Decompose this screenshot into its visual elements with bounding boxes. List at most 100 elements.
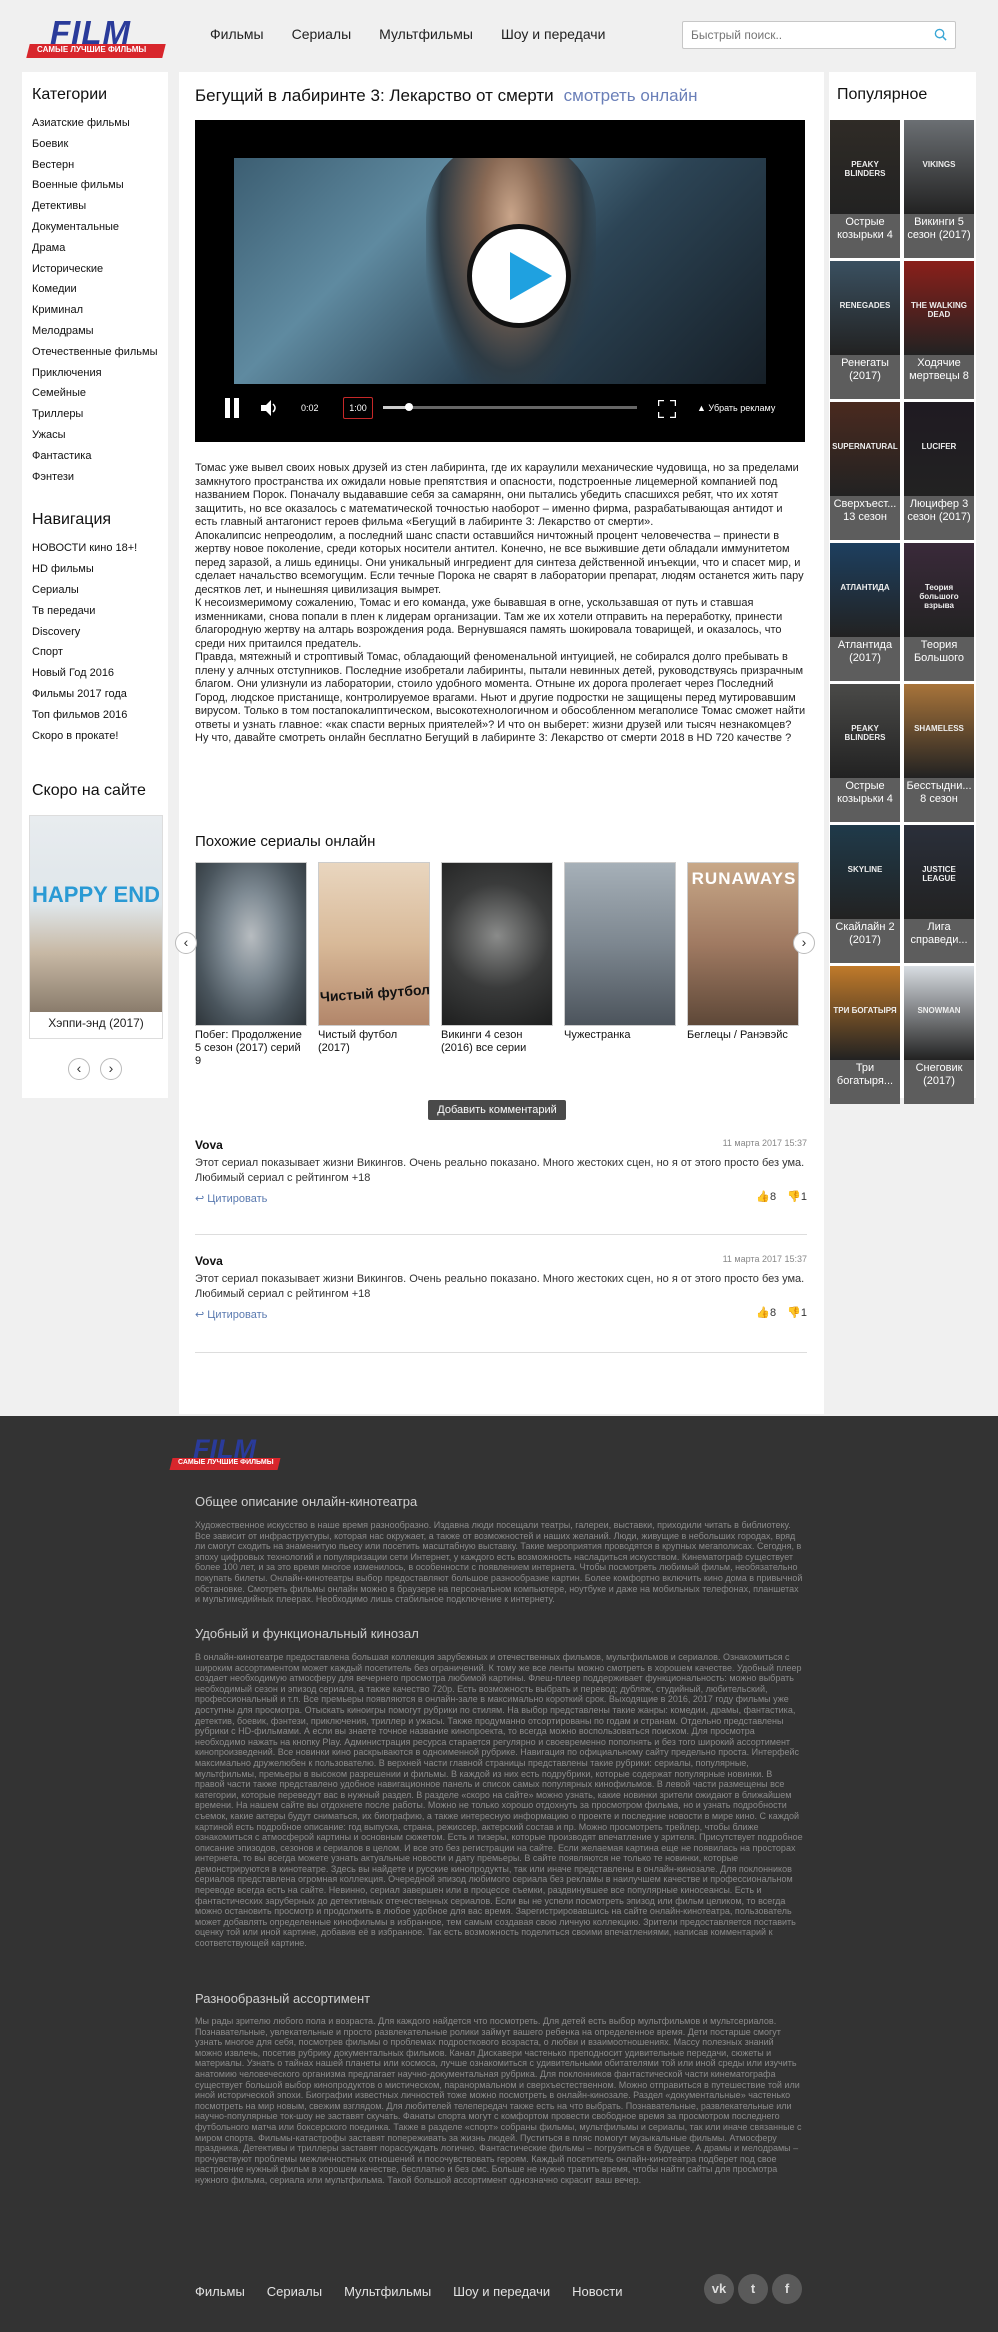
dislike-icon[interactable]: 👎 [787,1307,801,1319]
video-player[interactable]: 0:02 1:00 ▲ Убрать рекламу [195,120,805,442]
top-nav-cartoons[interactable]: Мультфильмы [379,26,473,42]
poster-title: JUSTICE LEAGUE [922,865,956,883]
add-comment-button[interactable]: Добавить комментарий [428,1100,566,1120]
timeline-thumb[interactable]: 1:00 [343,397,373,419]
category-item[interactable]: Комедии [32,279,168,300]
footer-section-title: Удобный и функциональный кинозал [195,1626,419,1641]
category-item[interactable]: Исторические [32,259,168,280]
popular-card[interactable]: JUSTICE LEAGUE Лига справеди... [904,825,974,963]
popular-card[interactable]: LUCIFER Люцифер 3 сезон (2017) [904,402,974,540]
category-item[interactable]: Фэнтези [32,467,168,488]
search-icon[interactable] [934,28,947,41]
popular-card[interactable]: ТРИ БОГАТЫРЯ Три богатыря... [830,966,900,1104]
popular-card-title: Викинги 5 сезон (2017) [907,216,971,241]
nav-item[interactable]: HD фильмы [32,559,168,580]
volume-icon[interactable] [261,400,279,416]
progress-bar[interactable] [383,403,637,411]
similar-card[interactable]: Чистый футбол Чистый футбол (2017) [318,862,432,1055]
category-item[interactable]: Вестерн [32,155,168,176]
category-item[interactable]: Детективы [32,196,168,217]
comment-divider [195,1234,807,1235]
footer-nav-shows[interactable]: Шоу и передачи [453,2284,550,2299]
popular-card[interactable]: АТЛАНТИДА Атлантида (2017) [830,543,900,681]
popular-poster: VIKINGS [904,120,974,214]
vk-icon[interactable]: vk [704,2274,734,2304]
twitter-icon[interactable]: t [738,2274,768,2304]
fullscreen-icon[interactable] [658,400,676,418]
popular-card[interactable]: THE WALKING DEAD Ходячие мертвецы 8 [904,261,974,399]
nav-item[interactable]: Discovery [32,622,168,643]
poster-title: ТРИ БОГАТЫРЯ [833,1006,897,1015]
popular-poster: SHAMELESS [904,684,974,778]
nav-item[interactable]: Сериалы [32,580,168,601]
carousel-prev-button[interactable]: ‹ [175,932,197,954]
quote-button[interactable]: ↩ Цитировать [195,1308,267,1321]
nav-item[interactable]: Тв передачи [32,601,168,622]
footer-logo[interactable]: FILM САМЫЕ ЛУЧШИЕ ФИЛЬМЫ [169,1434,281,1476]
pause-icon[interactable] [223,398,241,418]
watch-online-link[interactable]: смотреть онлайн [564,86,698,105]
nav-item[interactable]: НОВОСТИ кино 18+! [32,538,168,559]
category-item[interactable]: Мелодрамы [32,321,168,342]
similar-card[interactable]: Побег: Продолжение 5 сезон (2017) серий … [195,862,309,1068]
soon-prev-button[interactable]: ‹ [68,1058,90,1080]
category-item[interactable]: Триллеры [32,404,168,425]
quote-label: Цитировать [207,1193,268,1205]
remove-ads-link[interactable]: ▲ Убрать рекламу [697,403,775,413]
category-item[interactable]: Фантастика [32,446,168,467]
category-item[interactable]: Отечественные фильмы [32,342,168,363]
category-item[interactable]: Азиатские фильмы [32,113,168,134]
nav-item[interactable]: Спорт [32,642,168,663]
similar-card[interactable]: Чужестранка [564,862,678,1042]
footer-logo-tagline: САМЫЕ ЛУЧШИЕ ФИЛЬМЫ [178,1459,274,1466]
category-item[interactable]: Приключения [32,363,168,384]
like-count: 8 [769,1191,777,1203]
top-nav-movies[interactable]: Фильмы [210,26,264,42]
site-logo[interactable]: FILM САМЫЕ ЛУЧШИЕ ФИЛЬМЫ [26,14,166,60]
dislike-icon[interactable]: 👎 [787,1191,801,1203]
footer-nav-movies[interactable]: Фильмы [195,2284,245,2299]
like-icon[interactable]: 👍 [756,1191,770,1203]
popular-card[interactable]: Теория большого взрыва Теория Большого [904,543,974,681]
popular-card[interactable]: PEAKY BLINDERS Острые козырьки 4 [830,684,900,822]
carousel-next-button[interactable]: › [793,932,815,954]
popular-card[interactable]: PEAKY BLINDERS Острые козырьки 4 [830,120,900,258]
progress-knob[interactable] [405,403,413,411]
top-nav-shows[interactable]: Шоу и передачи [501,26,605,42]
category-item[interactable]: Криминал [32,300,168,321]
popular-card[interactable]: SKYLINE Скайлайн 2 (2017) [830,825,900,963]
popular-card[interactable]: VIKINGS Викинги 5 сезон (2017) [904,120,974,258]
popular-card[interactable]: SNOWMAN Снеговик (2017) [904,966,974,1104]
soon-next-button[interactable]: › [100,1058,122,1080]
search-input[interactable] [683,22,913,48]
soon-card[interactable]: HAPPY END Хэппи-энд (2017) [29,815,163,1039]
comment-date: 11 марта 2017 15:37 [722,1254,807,1264]
similar-card[interactable]: Викинги 4 сезон (2016) все серии [441,862,555,1055]
popular-card-title: Снеговик (2017) [915,1062,963,1087]
like-count: 8 [769,1307,777,1319]
category-item[interactable]: Семейные [32,383,168,404]
footer-nav-news[interactable]: Новости [572,2284,622,2299]
footer-nav-series[interactable]: Сериалы [267,2284,322,2299]
similar-card[interactable]: RUNAWAYS Беглецы / Ранэвэйс [687,862,801,1042]
nav-item[interactable]: Фильмы 2017 года [32,684,168,705]
category-item[interactable]: Драма [32,238,168,259]
nav-item[interactable]: Топ фильмов 2016 [32,705,168,726]
nav-item[interactable]: Новый Год 2016 [32,663,168,684]
play-button[interactable] [467,224,571,328]
popular-card[interactable]: SUPERNATURAL Сверхъест... 13 сезон [830,402,900,540]
comment: Vova 11 марта 2017 15:37 Этот сериал пок… [195,1254,807,1321]
category-item[interactable]: Ужасы [32,425,168,446]
top-nav-series[interactable]: Сериалы [292,26,352,42]
category-item[interactable]: Боевик [32,134,168,155]
facebook-icon[interactable]: f [772,2274,802,2304]
quote-button[interactable]: ↩ Цитировать [195,1192,267,1205]
footer-nav-cartoons[interactable]: Мультфильмы [344,2284,431,2299]
nav-item[interactable]: Скоро в прокате! [32,726,168,747]
category-item[interactable]: Военные фильмы [32,175,168,196]
popular-card[interactable]: SHAMELESS Бесстыдни... 8 сезон [904,684,974,822]
film-title-text: Бегущий в лабиринте 3: Лекарство от смер… [195,86,554,105]
category-item[interactable]: Документальные [32,217,168,238]
like-icon[interactable]: 👍 [756,1307,770,1319]
popular-card[interactable]: RENEGADES Ренегаты (2017) [830,261,900,399]
